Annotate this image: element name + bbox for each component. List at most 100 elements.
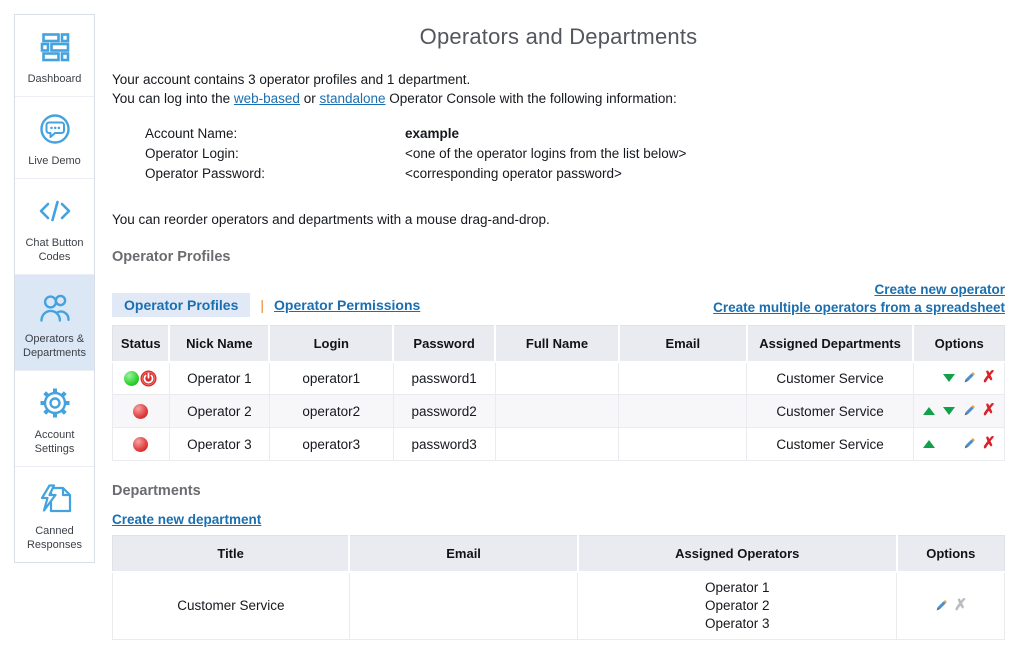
account-name-row: Account Name: example bbox=[145, 124, 1005, 144]
operator-row[interactable]: Operator 2 operator2 password2 Customer … bbox=[113, 395, 1005, 428]
page-title: Operators and Departments bbox=[112, 24, 1005, 50]
delete-x-icon[interactable]: ✗ bbox=[980, 403, 997, 420]
password-cell: password2 bbox=[393, 395, 495, 428]
account-name-value: example bbox=[405, 124, 1005, 144]
status-offline-icon bbox=[133, 437, 148, 452]
operator-row[interactable]: Operator 1 operator1 password1 Customer … bbox=[113, 362, 1005, 395]
sidebar: Dashboard Live Demo Chat Button Codes bbox=[14, 14, 95, 563]
col-options: Options bbox=[897, 536, 1005, 572]
sidebar-item-label: Live Demo bbox=[17, 154, 92, 168]
operator-login-label: Operator Login: bbox=[145, 144, 405, 164]
account-name-label: Account Name: bbox=[145, 124, 405, 144]
col-login: Login bbox=[269, 326, 393, 362]
col-assigned-departments: Assigned Departments bbox=[747, 326, 914, 362]
departments-table-header: Title Email Assigned Operators Options bbox=[113, 536, 1005, 572]
edit-pencil-icon[interactable] bbox=[932, 597, 949, 614]
options-cell: ✗ bbox=[913, 395, 1004, 428]
status-online-icon bbox=[124, 371, 139, 386]
assigned-operators-cell: Operator 1 Operator 2 Operator 3 bbox=[578, 572, 897, 640]
email-cell bbox=[619, 362, 747, 395]
sidebar-item-operators-departments[interactable]: Operators & Departments bbox=[15, 274, 94, 370]
sidebar-item-account-settings[interactable]: Account Settings bbox=[15, 370, 94, 466]
move-down-icon[interactable] bbox=[940, 370, 957, 387]
title-cell: Customer Service bbox=[113, 572, 350, 640]
create-new-department-link[interactable]: Create new department bbox=[112, 512, 261, 527]
full-name-cell bbox=[495, 395, 619, 428]
departments-table: Title Email Assigned Operators Options C… bbox=[112, 535, 1005, 640]
full-name-cell bbox=[495, 428, 619, 461]
col-email: Email bbox=[349, 536, 578, 572]
move-down-icon[interactable] bbox=[940, 403, 957, 420]
operator-profiles-heading: Operator Profiles bbox=[112, 249, 1005, 265]
empty-slot bbox=[940, 436, 957, 453]
operators-icon bbox=[17, 286, 92, 328]
password-cell: password1 bbox=[393, 362, 495, 395]
create-new-operator-link[interactable]: Create new operator bbox=[713, 281, 1005, 299]
delete-x-disabled-icon: ✗ bbox=[952, 597, 969, 614]
logout-power-icon[interactable] bbox=[140, 370, 157, 387]
status-cell bbox=[113, 395, 170, 428]
col-nick-name: Nick Name bbox=[169, 326, 269, 362]
standalone-link[interactable]: standalone bbox=[319, 91, 385, 106]
dashboard-icon bbox=[17, 26, 92, 68]
email-cell bbox=[349, 572, 578, 640]
departments-heading: Departments bbox=[112, 483, 1005, 499]
operator-password-value: <corresponding operator password> bbox=[405, 164, 1005, 184]
operator-password-label: Operator Password: bbox=[145, 164, 405, 184]
reorder-note: You can reorder operators and department… bbox=[112, 212, 1005, 227]
assigned-operator: Operator 2 bbox=[582, 597, 892, 615]
tab-separator: | bbox=[260, 297, 264, 313]
operators-table: Status Nick Name Login Password Full Nam… bbox=[112, 325, 1005, 461]
edit-pencil-icon[interactable] bbox=[960, 403, 977, 420]
col-password: Password bbox=[393, 326, 495, 362]
canned-responses-icon bbox=[17, 478, 92, 520]
operator-login-value: <one of the operator logins from the lis… bbox=[405, 144, 1005, 164]
delete-x-icon[interactable]: ✗ bbox=[980, 436, 997, 453]
sidebar-item-chat-button-codes[interactable]: Chat Button Codes bbox=[15, 178, 94, 274]
login-cell: operator1 bbox=[269, 362, 393, 395]
web-based-link[interactable]: web-based bbox=[234, 91, 300, 106]
status-cell bbox=[113, 428, 170, 461]
email-cell bbox=[619, 395, 747, 428]
nick-name-cell: Operator 2 bbox=[169, 395, 269, 428]
main-content: Operators and Departments Your account c… bbox=[112, 12, 1005, 640]
tab-operator-permissions[interactable]: Operator Permissions bbox=[274, 297, 420, 313]
col-options: Options bbox=[913, 326, 1004, 362]
code-icon bbox=[17, 190, 92, 232]
delete-x-icon[interactable]: ✗ bbox=[980, 370, 997, 387]
col-title: Title bbox=[113, 536, 350, 572]
nick-name-cell: Operator 1 bbox=[169, 362, 269, 395]
live-demo-icon bbox=[17, 108, 92, 150]
col-status: Status bbox=[113, 326, 170, 362]
col-assigned-operators: Assigned Operators bbox=[578, 536, 897, 572]
operator-password-row: Operator Password: <corresponding operat… bbox=[145, 164, 1005, 184]
empty-slot bbox=[920, 370, 937, 387]
login-info-block: Account Name: example Operator Login: <o… bbox=[145, 124, 1005, 184]
sidebar-item-label: Chat Button Codes bbox=[17, 236, 92, 264]
tab-operator-profiles[interactable]: Operator Profiles bbox=[112, 293, 250, 317]
departments-cell: Customer Service bbox=[747, 362, 914, 395]
sidebar-item-label: Canned Responses bbox=[17, 524, 92, 552]
assigned-operator: Operator 1 bbox=[582, 579, 892, 597]
move-up-icon[interactable] bbox=[920, 436, 937, 453]
department-row[interactable]: Customer Service Operator 1 Operator 2 O… bbox=[113, 572, 1005, 640]
nick-name-cell: Operator 3 bbox=[169, 428, 269, 461]
create-multiple-operators-link[interactable]: Create multiple operators from a spreads… bbox=[713, 299, 1005, 317]
status-cell bbox=[113, 362, 170, 395]
gear-icon bbox=[17, 382, 92, 424]
sidebar-item-label: Operators & Departments bbox=[17, 332, 92, 360]
sidebar-item-live-demo[interactable]: Live Demo bbox=[15, 96, 94, 178]
sidebar-item-canned-responses[interactable]: Canned Responses bbox=[15, 466, 94, 562]
options-cell: ✗ bbox=[897, 572, 1005, 640]
edit-pencil-icon[interactable] bbox=[960, 370, 977, 387]
move-up-icon[interactable] bbox=[920, 403, 937, 420]
operator-row[interactable]: Operator 3 operator3 password3 Customer … bbox=[113, 428, 1005, 461]
operators-table-header: Status Nick Name Login Password Full Nam… bbox=[113, 326, 1005, 362]
options-cell: ✗ bbox=[913, 428, 1004, 461]
sidebar-item-dashboard[interactable]: Dashboard bbox=[15, 15, 94, 96]
login-cell: operator3 bbox=[269, 428, 393, 461]
edit-pencil-icon[interactable] bbox=[960, 436, 977, 453]
status-offline-icon bbox=[133, 404, 148, 419]
intro-text: Your account contains 3 operator profile… bbox=[112, 70, 1005, 108]
sidebar-item-label: Account Settings bbox=[17, 428, 92, 456]
